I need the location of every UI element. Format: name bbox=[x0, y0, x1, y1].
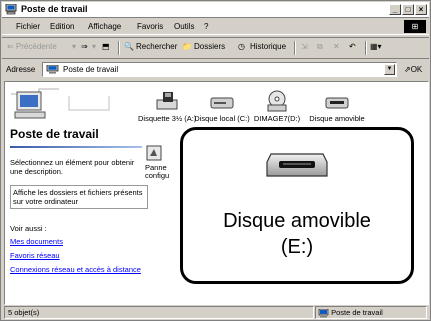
forward-dropdown-icon[interactable]: ▾ bbox=[92, 42, 96, 51]
delete-icon[interactable]: ✕ bbox=[333, 42, 340, 51]
my-computer-icon bbox=[46, 65, 59, 74]
drive-label: Disquette 3½ (A:) bbox=[138, 114, 196, 123]
link-network-places[interactable]: Favoris réseau bbox=[10, 251, 145, 260]
toolbar: ⇐ Précédente ▾ ⇒ ▾ ⬒ 🔍 Rechercher 📁 Doss… bbox=[2, 37, 429, 59]
removable-disk-icon bbox=[266, 153, 328, 177]
removable-disk-icon bbox=[325, 97, 349, 109]
back-dropdown-icon[interactable]: ▾ bbox=[72, 42, 76, 51]
toolbar-separator bbox=[118, 41, 120, 55]
menu-outils[interactable]: Outils bbox=[174, 22, 194, 31]
address-dropdown-icon[interactable]: ▼ bbox=[384, 64, 395, 75]
go-button[interactable]: ⇗OK bbox=[404, 65, 422, 74]
address-value: Poste de travail bbox=[63, 65, 119, 74]
drive-local-c[interactable]: Disque local (C:) bbox=[193, 90, 251, 123]
my-computer-icon bbox=[318, 308, 329, 318]
go-arrow-icon: ⇗ bbox=[404, 65, 411, 74]
folders-icon[interactable]: 📁 bbox=[182, 42, 192, 51]
history-icon[interactable]: ◷ bbox=[238, 42, 245, 51]
callout-label-line2: (E:) bbox=[280, 236, 314, 258]
views-icon[interactable]: ▦▾ bbox=[370, 42, 382, 51]
move-to-icon[interactable]: ⇲ bbox=[301, 42, 308, 51]
status-location: Poste de travail bbox=[331, 308, 383, 317]
control-panel-icon bbox=[146, 145, 162, 161]
floppy-drive-icon bbox=[156, 92, 178, 110]
copy-to-icon[interactable]: ⧉ bbox=[317, 42, 323, 52]
window-title: Poste de travail bbox=[21, 4, 88, 14]
title-bar[interactable]: Poste de travail _ □ × bbox=[2, 2, 429, 18]
forward-button[interactable]: ⇒ bbox=[81, 42, 88, 51]
info-pane: Poste de travail Sélectionnez un élément… bbox=[5, 82, 153, 304]
windows-logo-icon: ⊞ bbox=[404, 20, 426, 33]
toolbar-separator bbox=[365, 41, 367, 55]
status-location-cell: Poste de travail bbox=[315, 306, 427, 319]
callout-label: Disque amovible (E:) bbox=[183, 208, 411, 260]
my-computer-icon bbox=[5, 4, 17, 15]
status-count: 5 objet(s) bbox=[4, 306, 314, 319]
search-icon[interactable]: 🔍 bbox=[124, 42, 134, 51]
drive-label: DIMAGE7(D:) bbox=[253, 114, 301, 123]
drive-label: Disque amovible bbox=[309, 114, 365, 123]
address-bar: Adresse Poste de travail ▼ ⇗OK bbox=[2, 60, 429, 80]
link-network-connections[interactable]: Connexions réseau et accès à distance bbox=[10, 265, 145, 274]
title-underline bbox=[10, 146, 142, 148]
go-label: OK bbox=[410, 65, 423, 74]
callout-label-line1: Disque amovible bbox=[223, 210, 371, 232]
my-computer-large-icon bbox=[11, 88, 110, 119]
hard-disk-icon bbox=[210, 97, 234, 109]
menu-favoris[interactable]: Favoris bbox=[137, 22, 163, 31]
menu-bar: Fichier Edition Affichage Favoris Outils… bbox=[2, 19, 429, 35]
drive-floppy-a[interactable]: Disquette 3½ (A:) bbox=[138, 90, 196, 123]
minimize-button[interactable]: _ bbox=[389, 4, 401, 15]
status-bar: 5 objet(s) Poste de travail bbox=[2, 306, 429, 320]
address-field[interactable]: Poste de travail ▼ bbox=[42, 62, 397, 77]
close-button[interactable]: × bbox=[415, 4, 427, 15]
drive-cd-d[interactable]: DIMAGE7(D:) bbox=[248, 90, 306, 123]
menu-help[interactable]: ? bbox=[204, 22, 208, 31]
see-also-label: Voir aussi : bbox=[10, 224, 47, 233]
folders-button[interactable]: Dossiers bbox=[194, 42, 225, 51]
drive-removable-e[interactable]: Disque amovible bbox=[305, 90, 369, 123]
menu-edition[interactable]: Edition bbox=[50, 22, 74, 31]
menu-fichier[interactable]: Fichier bbox=[16, 22, 40, 31]
up-folder-icon[interactable]: ⬒ bbox=[102, 42, 110, 51]
undo-icon[interactable]: ↶ bbox=[349, 42, 356, 51]
info-box: Affiche les dossiers et fichiers présent… bbox=[10, 185, 148, 209]
address-label: Adresse bbox=[6, 65, 36, 74]
selection-hint: Sélectionnez un élément pour obtenir une… bbox=[10, 158, 135, 176]
control-panel-label-2: configu bbox=[145, 171, 170, 180]
toolbar-separator bbox=[294, 41, 296, 55]
pane-title: Poste de travail bbox=[10, 127, 99, 141]
link-my-documents[interactable]: Mes documents bbox=[10, 237, 145, 246]
search-button[interactable]: Rechercher bbox=[136, 42, 177, 51]
magnified-callout: Disque amovible (E:) bbox=[180, 127, 414, 284]
cd-drive-icon bbox=[267, 90, 287, 112]
history-button[interactable]: Historique bbox=[250, 42, 286, 51]
drive-label: Disque local (C:) bbox=[194, 114, 250, 123]
menu-affichage[interactable]: Affichage bbox=[88, 22, 121, 31]
maximize-button[interactable]: □ bbox=[402, 4, 414, 15]
control-panel-item[interactable]: Panne configu bbox=[145, 144, 185, 180]
back-button[interactable]: ⇐ Précédente bbox=[7, 42, 57, 51]
